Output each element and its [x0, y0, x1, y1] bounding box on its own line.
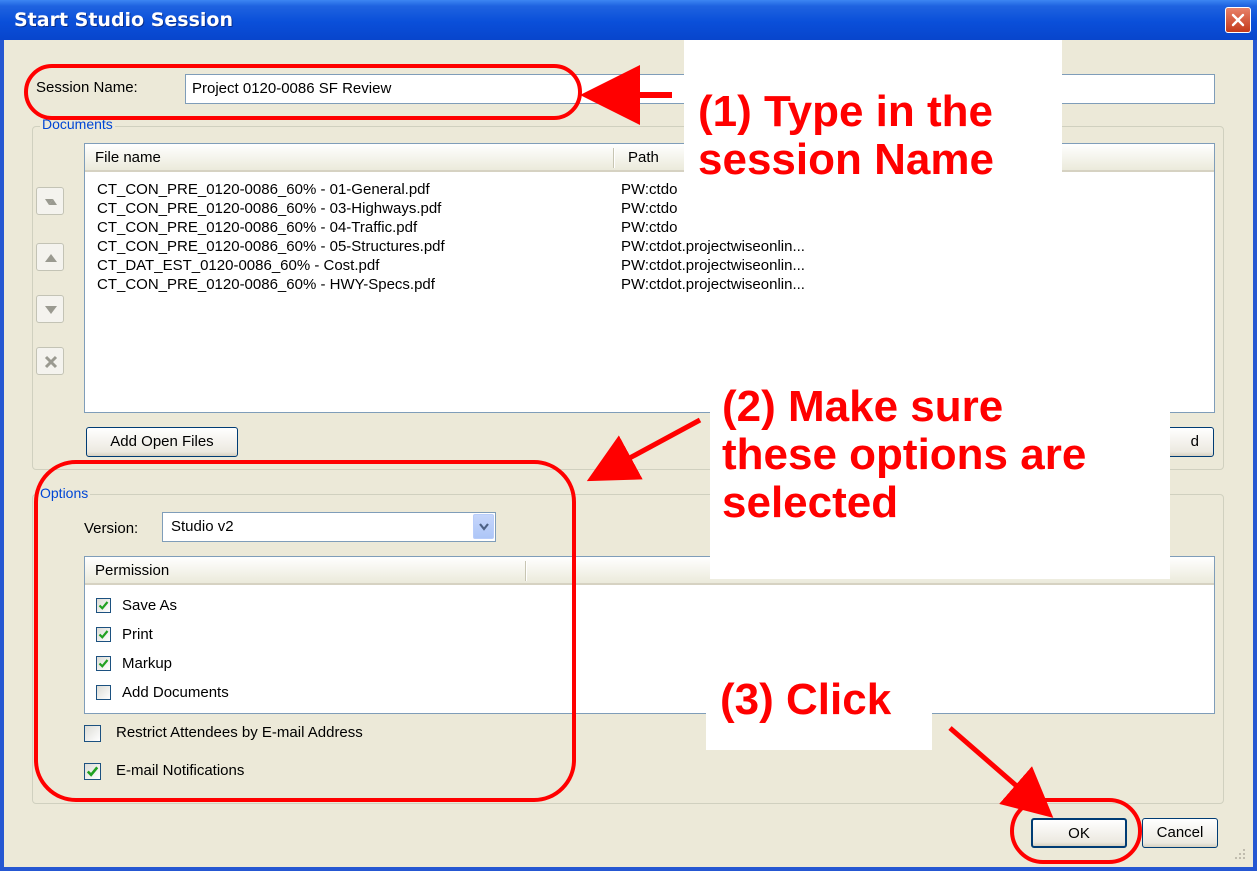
- close-icon: [1231, 13, 1245, 27]
- documents-group-title: Documents: [40, 116, 115, 132]
- version-select[interactable]: Studio v2: [162, 512, 496, 542]
- checkmark-icon: [98, 630, 109, 639]
- callout-step1: (1) Type in the session Name: [684, 40, 1062, 201]
- callout-step1-line2: session Name: [698, 135, 994, 184]
- permission-checkbox[interactable]: [96, 627, 111, 642]
- cancel-button[interactable]: Cancel: [1142, 818, 1218, 848]
- column-header-file-name[interactable]: File name: [85, 144, 615, 172]
- move-top-icon: [45, 199, 57, 205]
- move-down-button[interactable]: [36, 295, 64, 323]
- move-top-button[interactable]: [36, 187, 64, 215]
- callout-step3-text: (3) Click: [720, 675, 892, 724]
- chevron-down-icon: [479, 523, 489, 531]
- version-label: Version:: [84, 520, 139, 537]
- add-open-files-button[interactable]: Add Open Files: [86, 427, 238, 457]
- callout-step2-line1: (2) Make sure: [722, 382, 1004, 431]
- ok-button[interactable]: OK: [1031, 818, 1127, 848]
- move-up-button[interactable]: [36, 243, 64, 271]
- document-path[interactable]: PW:ctdot.projectwiseonlin...: [621, 255, 805, 276]
- document-path[interactable]: PW:ctdot.projectwiseonlin...: [621, 236, 805, 257]
- document-name[interactable]: CT_CON_PRE_0120-0086_60% - 03-Highways.p…: [97, 198, 441, 219]
- checkmark-icon: [98, 659, 109, 668]
- document-name[interactable]: CT_CON_PRE_0120-0086_60% - 04-Traffic.pd…: [97, 217, 417, 238]
- document-path[interactable]: PW:ctdo: [621, 217, 677, 238]
- options-group-title: Options: [38, 485, 91, 501]
- callout-step2: (2) Make sure these options are selected: [710, 383, 1170, 579]
- document-name[interactable]: CT_DAT_EST_0120-0086_60% - Cost.pdf: [97, 255, 379, 276]
- permission-checkbox[interactable]: [96, 598, 111, 613]
- window-title: Start Studio Session: [14, 9, 234, 31]
- permissions-list[interactable]: Permission Save As Print Markup Add Docu…: [84, 556, 1215, 714]
- restrict-attendees-label[interactable]: Restrict Attendees by E-mail Address: [116, 724, 363, 741]
- callout-step2-line2: these options are: [722, 430, 1087, 479]
- arrow-down-icon: [45, 306, 57, 314]
- document-path[interactable]: PW:ctdot.projectwiseonlin...: [621, 274, 805, 295]
- document-path[interactable]: PW:ctdo: [621, 179, 677, 200]
- permission-label[interactable]: Markup: [122, 653, 172, 674]
- title-bar[interactable]: Start Studio Session: [0, 0, 1257, 40]
- permission-label[interactable]: Add Documents: [122, 682, 229, 703]
- document-name[interactable]: CT_CON_PRE_0120-0086_60% - HWY-Specs.pdf: [97, 274, 435, 295]
- session-name-label: Session Name:: [36, 79, 138, 96]
- version-dropdown-button[interactable]: [473, 514, 494, 539]
- document-name[interactable]: CT_CON_PRE_0120-0086_60% - 01-General.pd…: [97, 179, 430, 200]
- document-name[interactable]: CT_CON_PRE_0120-0086_60% - 05-Structures…: [97, 236, 445, 257]
- email-notifications-checkbox[interactable]: [84, 763, 101, 780]
- permission-checkbox[interactable]: [96, 685, 111, 700]
- permission-checkbox[interactable]: [96, 656, 111, 671]
- callout-step3: (3) Click: [706, 664, 932, 750]
- callout-step2-line3: selected: [722, 478, 899, 527]
- checkmark-icon: [98, 601, 109, 610]
- delete-x-icon: [44, 355, 58, 369]
- column-separator[interactable]: [613, 148, 615, 168]
- remove-document-button[interactable]: [36, 347, 64, 375]
- permission-label[interactable]: Print: [122, 624, 153, 645]
- permission-label[interactable]: Save As: [122, 595, 177, 616]
- column-separator[interactable]: [525, 561, 527, 581]
- checkmark-icon: [86, 766, 99, 777]
- callout-step1-line1: (1) Type in the: [698, 87, 993, 136]
- close-button[interactable]: [1225, 7, 1251, 33]
- version-selected-value: Studio v2: [171, 518, 234, 535]
- column-header-permission[interactable]: Permission: [85, 557, 525, 585]
- document-path[interactable]: PW:ctdo: [621, 198, 677, 219]
- arrow-up-icon: [45, 254, 57, 262]
- email-notifications-label[interactable]: E-mail Notifications: [116, 762, 244, 779]
- resize-grip-icon[interactable]: [1233, 847, 1247, 861]
- restrict-attendees-checkbox[interactable]: [84, 725, 101, 742]
